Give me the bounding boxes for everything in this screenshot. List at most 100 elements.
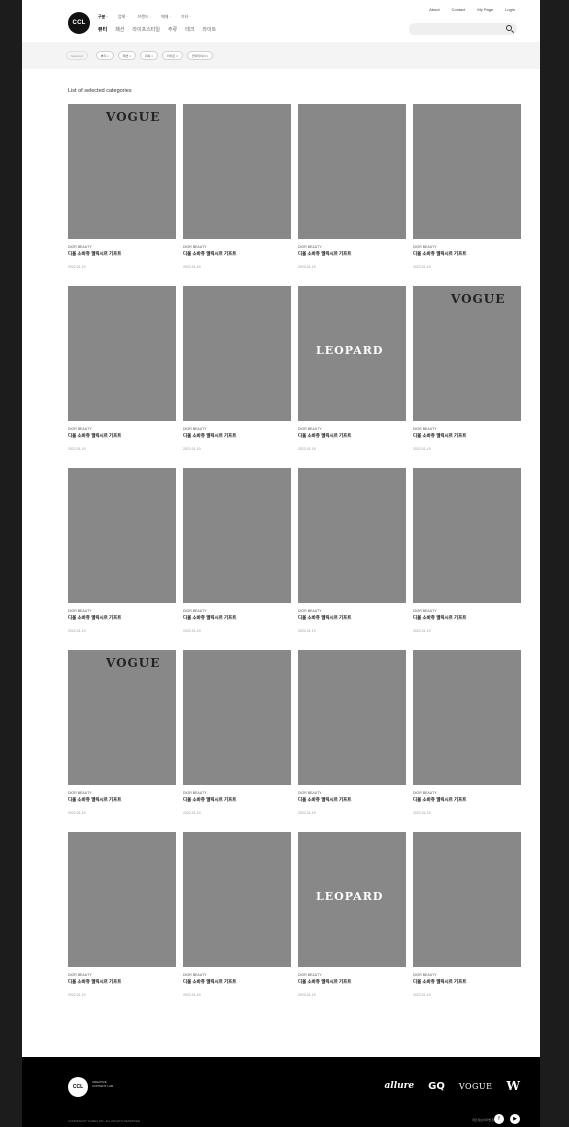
card-title[interactable]: 디올 소바쥬 엘릭시르 기프트 (183, 979, 236, 985)
subnav-item[interactable]: 패션 (115, 26, 124, 33)
card-thumbnail[interactable] (68, 468, 176, 603)
card-thumbnail[interactable] (183, 832, 291, 967)
thumbnail-overlay-text: LEOPARD (316, 890, 384, 903)
card-title[interactable]: 디올 소바쥬 엘릭시르 기프트 (298, 979, 351, 985)
card-thumbnail[interactable]: VOGUE (68, 104, 176, 239)
card-thumbnail[interactable] (413, 650, 521, 785)
brand-vogue[interactable]: VOGUE (459, 1082, 493, 1091)
card-thumbnail[interactable] (68, 286, 176, 421)
content-card[interactable]: DIOR BEAUTY 디올 소바쥬 엘릭시르 기프트 2022.01.19 (183, 832, 291, 997)
category-item[interactable]: 브랜드 · (138, 14, 151, 20)
content-card[interactable]: DIOR BEAUTY 디올 소바쥬 엘릭시르 기프트 2022.01.19 (68, 832, 176, 997)
content-card[interactable]: DIOR BEAUTY 디올 소바쥬 엘릭시르 기프트 2022.01.19 (183, 286, 291, 451)
subnav-item[interactable]: 라이프스타일 (132, 26, 160, 33)
card-title[interactable]: 디올 소바쥬 엘릭시르 기프트 (68, 797, 121, 803)
brand-w[interactable]: W (507, 1079, 520, 1093)
card-title[interactable]: 디올 소바쥬 엘릭시르 기프트 (298, 433, 351, 439)
content-card[interactable]: VOGUE DIOR BEAUTY 디올 소바쥬 엘릭시르 기프트 2022.01.1… (413, 286, 521, 451)
content-card[interactable]: DIOR BEAUTY 디올 소바쥬 엘릭시르 기프트 2022.01.19 (183, 468, 291, 633)
card-title[interactable]: 디올 소바쥬 엘릭시르 기프트 (298, 615, 351, 621)
card-title[interactable]: 디올 소바쥬 엘릭시르 기프트 (183, 433, 236, 439)
content-card[interactable]: DIOR BEAUTY 디올 소바쥬 엘릭시르 기프트 2022.01.19 (68, 286, 176, 451)
card-title[interactable]: 디올 소바쥬 엘릭시르 기프트 (183, 251, 236, 257)
content-card[interactable]: VOGUE DIOR BEAUTY 디올 소바쥬 엘릭시르 기프트 2022.01.1… (68, 650, 176, 815)
content-card[interactable]: LEOPARD DIOR BEAUTY 디올 소바쥬 엘릭시르 기프트 2022.01… (298, 286, 406, 451)
card-thumbnail[interactable]: LEOPARD (298, 286, 406, 421)
card-thumbnail[interactable] (413, 832, 521, 967)
card-title[interactable]: 디올 소바쥬 엘릭시르 기프트 (183, 797, 236, 803)
brand-allure[interactable]: allure (384, 1081, 414, 1091)
card-thumbnail[interactable]: VOGUE (413, 286, 521, 421)
card-title[interactable]: 디올 소바쥬 엘릭시르 기프트 (68, 251, 121, 257)
subnav-item[interactable]: 테크 (185, 26, 194, 33)
filter-chip[interactable]: 언더마이너 × (186, 51, 214, 60)
card-source: DIOR BEAUTY (68, 791, 92, 795)
category-item[interactable]: 기타 · (181, 14, 191, 20)
card-date: 2022.01.19 (413, 629, 431, 633)
card-title[interactable]: 디올 소바쥬 엘릭시르 기프트 (413, 797, 466, 803)
card-thumbnail[interactable] (413, 468, 521, 603)
category-item[interactable]: 구분 · (98, 14, 108, 20)
content-card[interactable]: DIOR BEAUTY 디올 소바쥬 엘릭시르 기프트 2022.01.19 (413, 104, 521, 269)
content-card[interactable]: DIOR BEAUTY 디올 소바쥬 엘릭시르 기프트 2022.01.19 (298, 468, 406, 633)
content-card[interactable]: DIOR BEAUTY 디올 소바쥬 엘릭시르 기프트 2022.01.19 (413, 832, 521, 997)
card-thumbnail[interactable]: VOGUE (68, 650, 176, 785)
subnav-item[interactable]: 뷰티 (98, 26, 107, 33)
content-card[interactable]: DIOR BEAUTY 디올 소바쥬 엘릭시르 기프트 2022.01.19 (68, 468, 176, 633)
login-link[interactable]: Login (505, 7, 515, 12)
category-item[interactable]: 매체 · (161, 14, 171, 20)
card-title[interactable]: 디올 소바쥬 엘릭시르 기프트 (413, 433, 466, 439)
content-card[interactable]: LEOPARD DIOR BEAUTY 디올 소바쥬 엘릭시르 기프트 2022.01… (298, 832, 406, 997)
card-thumbnail[interactable] (298, 104, 406, 239)
about-link[interactable]: About (429, 7, 439, 12)
youtube-icon[interactable]: ▶ (510, 1114, 520, 1124)
my-page-link[interactable]: My Page (477, 7, 493, 12)
card-date: 2022.01.19 (68, 811, 86, 815)
content-card[interactable]: DIOR BEAUTY 디올 소바쥬 엘릭시르 기프트 2022.01.19 (183, 104, 291, 269)
card-thumbnail[interactable] (298, 650, 406, 785)
content-card[interactable]: VOGUE DIOR BEAUTY 디올 소바쥬 엘릭시르 기프트 2022.01.1… (68, 104, 176, 269)
privacy-link[interactable]: 개인정보처리방침 (472, 1118, 494, 1122)
card-source: DIOR BEAUTY (68, 245, 92, 249)
card-thumbnail[interactable] (183, 104, 291, 239)
content-card[interactable]: DIOR BEAUTY 디올 소바쥬 엘릭시르 기프트 2022.01.19 (183, 650, 291, 815)
facebook-icon[interactable]: f (494, 1114, 504, 1124)
card-title[interactable]: 디올 소바쥬 엘릭시르 기프트 (68, 979, 121, 985)
card-thumbnail[interactable] (68, 832, 176, 967)
card-title[interactable]: 디올 소바쥬 엘릭시르 기프트 (413, 979, 466, 985)
content-card[interactable]: DIOR BEAUTY 디올 소바쥬 엘릭시르 기프트 2022.01.19 (298, 104, 406, 269)
card-title[interactable]: 디올 소바쥬 엘릭시르 기프트 (298, 251, 351, 257)
card-source: DIOR BEAUTY (68, 973, 92, 977)
card-date: 2022.01.19 (183, 629, 201, 633)
brand-gq[interactable]: GQ (428, 1081, 445, 1092)
card-title[interactable]: 디올 소바쥬 엘릭시르 기프트 (298, 797, 351, 803)
card-title[interactable]: 디올 소바쥬 엘릭시르 기프트 (68, 615, 121, 621)
filter-chip[interactable]: 럭셔 × (139, 51, 159, 60)
card-thumbnail[interactable] (183, 468, 291, 603)
subnav-item[interactable]: 주류 (168, 26, 177, 33)
card-date: 2022.01.19 (183, 811, 201, 815)
card-thumbnail[interactable] (183, 650, 291, 785)
filter-chip[interactable]: 뷰티 × (95, 51, 114, 60)
footer-logo[interactable]: CCL (68, 1077, 88, 1097)
search-icon[interactable] (506, 25, 512, 31)
subnav-item[interactable]: 라이트 (202, 26, 216, 33)
content-card[interactable]: DIOR BEAUTY 디올 소바쥬 엘릭시르 기프트 2022.01.19 (413, 650, 521, 815)
card-thumbnail[interactable] (413, 104, 521, 239)
card-title[interactable]: 디올 소바쥬 엘릭시르 기프트 (183, 615, 236, 621)
card-title[interactable]: 디올 소바쥬 엘릭시르 기프트 (413, 251, 466, 257)
category-item[interactable]: 업체 · (118, 14, 128, 20)
card-thumbnail[interactable]: LEOPARD (298, 832, 406, 967)
content-card[interactable]: DIOR BEAUTY 디올 소바쥬 엘릭시르 기프트 2022.01.19 (413, 468, 521, 633)
card-title[interactable]: 디올 소바쥬 엘릭시르 기프트 (413, 615, 466, 621)
card-title[interactable]: 디올 소바쥬 엘릭시르 기프트 (68, 433, 121, 439)
filter-chip[interactable]: 라이프 × (162, 51, 183, 60)
card-thumbnail[interactable] (183, 286, 291, 421)
card-thumbnail[interactable] (298, 468, 406, 603)
card-date: 2022.01.19 (298, 447, 316, 451)
content-card[interactable]: DIOR BEAUTY 디올 소바쥬 엘릭시르 기프트 2022.01.19 (298, 650, 406, 815)
contact-link[interactable]: Contact (452, 7, 466, 12)
search-input[interactable] (409, 23, 517, 35)
filter-chip[interactable]: 패션 × (117, 51, 136, 60)
site-logo[interactable]: CCL (68, 12, 90, 34)
